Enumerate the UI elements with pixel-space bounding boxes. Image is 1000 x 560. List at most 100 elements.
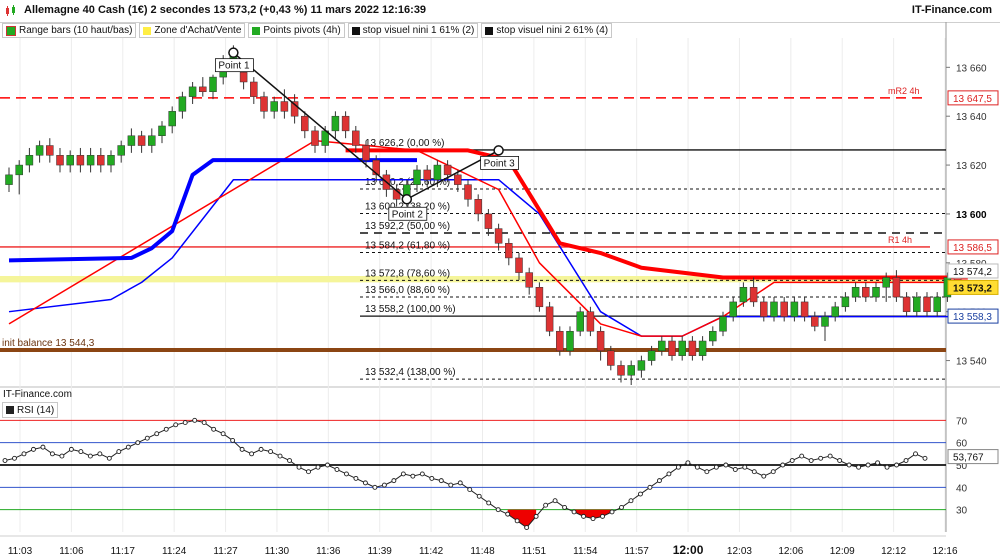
rsi-point: [761, 473, 767, 479]
candle-body: [515, 257, 523, 273]
rsi-point: [343, 471, 349, 477]
rsi-point: [837, 458, 843, 463]
time-axis-label: 12:03: [727, 546, 752, 557]
rsi-point: [856, 464, 862, 470]
rsi-point: [201, 420, 207, 426]
candle-body: [127, 135, 136, 146]
rsi-point: [732, 467, 738, 472]
candle-body: [545, 306, 554, 332]
rsi-point: [827, 453, 833, 459]
level-label: R1 4h: [888, 235, 912, 245]
rsi-point: [656, 478, 662, 484]
candle-body: [882, 277, 890, 288]
candle-body: [892, 277, 901, 298]
candle-body: [97, 155, 105, 166]
pattern-point-label: Point 2: [392, 209, 424, 220]
rsi-current-label: 53,767: [953, 453, 984, 464]
rsi-point: [277, 453, 283, 459]
rsi-point: [135, 440, 141, 446]
candle-body: [168, 111, 176, 127]
rsi-point: [391, 478, 397, 484]
time-axis-label: 12:09: [830, 546, 855, 557]
rsi-point: [334, 467, 340, 472]
rsi-point: [913, 451, 918, 457]
rsi-point: [495, 507, 501, 513]
rsi-point: [249, 451, 255, 457]
rsi-point: [514, 518, 520, 524]
candle-body: [331, 115, 340, 132]
rsi-point: [429, 475, 435, 481]
time-axis-label: 11:24: [162, 546, 187, 557]
rsi-point: [59, 453, 65, 459]
rsi-point: [306, 469, 311, 475]
candle-body: [494, 228, 503, 244]
candle-body: [137, 135, 146, 146]
rsi-point: [600, 513, 605, 519]
price-label: 13 573,2: [953, 283, 992, 294]
rsi-point: [694, 464, 700, 470]
rsi-point: [258, 446, 264, 452]
candle-body: [780, 301, 788, 317]
price-axis-label: 13 640: [956, 112, 987, 123]
rsi-point: [467, 487, 473, 493]
axis-level-label: 13 647,5: [953, 94, 992, 105]
candle-body: [698, 340, 707, 356]
candle-body: [872, 287, 880, 298]
watermark-brand: IT-Finance.com: [3, 389, 72, 400]
pattern-point-label: Point 3: [484, 158, 516, 169]
rsi-axis-label: 30: [956, 506, 968, 517]
rsi-point: [638, 491, 643, 497]
rsi-point: [543, 502, 549, 508]
candle-body: [107, 155, 115, 166]
rsi-legend[interactable]: RSI (14): [2, 402, 59, 418]
candle-body: [158, 125, 166, 136]
time-axis-label: 12:12: [881, 546, 906, 557]
time-axis-label: 12:16: [932, 546, 957, 557]
pattern-point-marker: [493, 145, 504, 156]
rsi-point: [505, 511, 511, 517]
rsi-point: [808, 458, 814, 463]
rsi-point: [770, 469, 776, 475]
time-axis-label: 11:54: [573, 546, 598, 557]
rsi-point: [457, 480, 463, 486]
rsi-point: [438, 478, 444, 484]
rsi-point: [647, 484, 653, 490]
candle-body: [647, 350, 656, 361]
rsi-point: [2, 458, 8, 463]
candle-body: [178, 96, 187, 112]
candle-body: [933, 296, 941, 312]
candle-body: [25, 155, 34, 166]
rsi-point: [31, 446, 36, 452]
level-label: 13 584,2 (61,80 %): [365, 241, 450, 252]
rsi-point: [87, 453, 93, 459]
candle-body: [790, 301, 799, 317]
axis-level-label: 13 586,5: [953, 243, 992, 254]
candle-body: [86, 155, 95, 166]
candle-body: [902, 296, 911, 312]
rsi-point: [476, 493, 482, 499]
rsi-point: [903, 458, 909, 463]
candle-body: [433, 164, 442, 180]
chart-window: Allemagne 40 Cash (1€) 2 secondes 13 573…: [0, 0, 1000, 560]
rsi-point: [21, 451, 27, 457]
rsi-point: [315, 464, 321, 470]
rsi-point: [163, 426, 169, 432]
candle-body: [821, 316, 829, 327]
candle-body: [556, 330, 564, 352]
candle-body: [148, 135, 156, 146]
rsi-point: [799, 453, 805, 459]
rsi-point: [666, 471, 672, 477]
candle-body: [484, 213, 493, 229]
rsi-point: [106, 455, 112, 461]
price-chart[interactable]: mR2 4hR1 4h13 626,2 (0,00 %)13 610,2 (23…: [0, 0, 1000, 560]
rsi-point: [884, 464, 890, 470]
rsi-point: [524, 525, 530, 530]
rsi-point: [533, 513, 539, 519]
rsi-point: [789, 458, 795, 463]
candle-body: [749, 287, 758, 303]
rsi-point: [116, 449, 122, 455]
rsi-point: [12, 455, 17, 461]
candle-body: [413, 169, 421, 185]
candle-body: [46, 145, 54, 156]
rsi-point: [381, 482, 387, 488]
